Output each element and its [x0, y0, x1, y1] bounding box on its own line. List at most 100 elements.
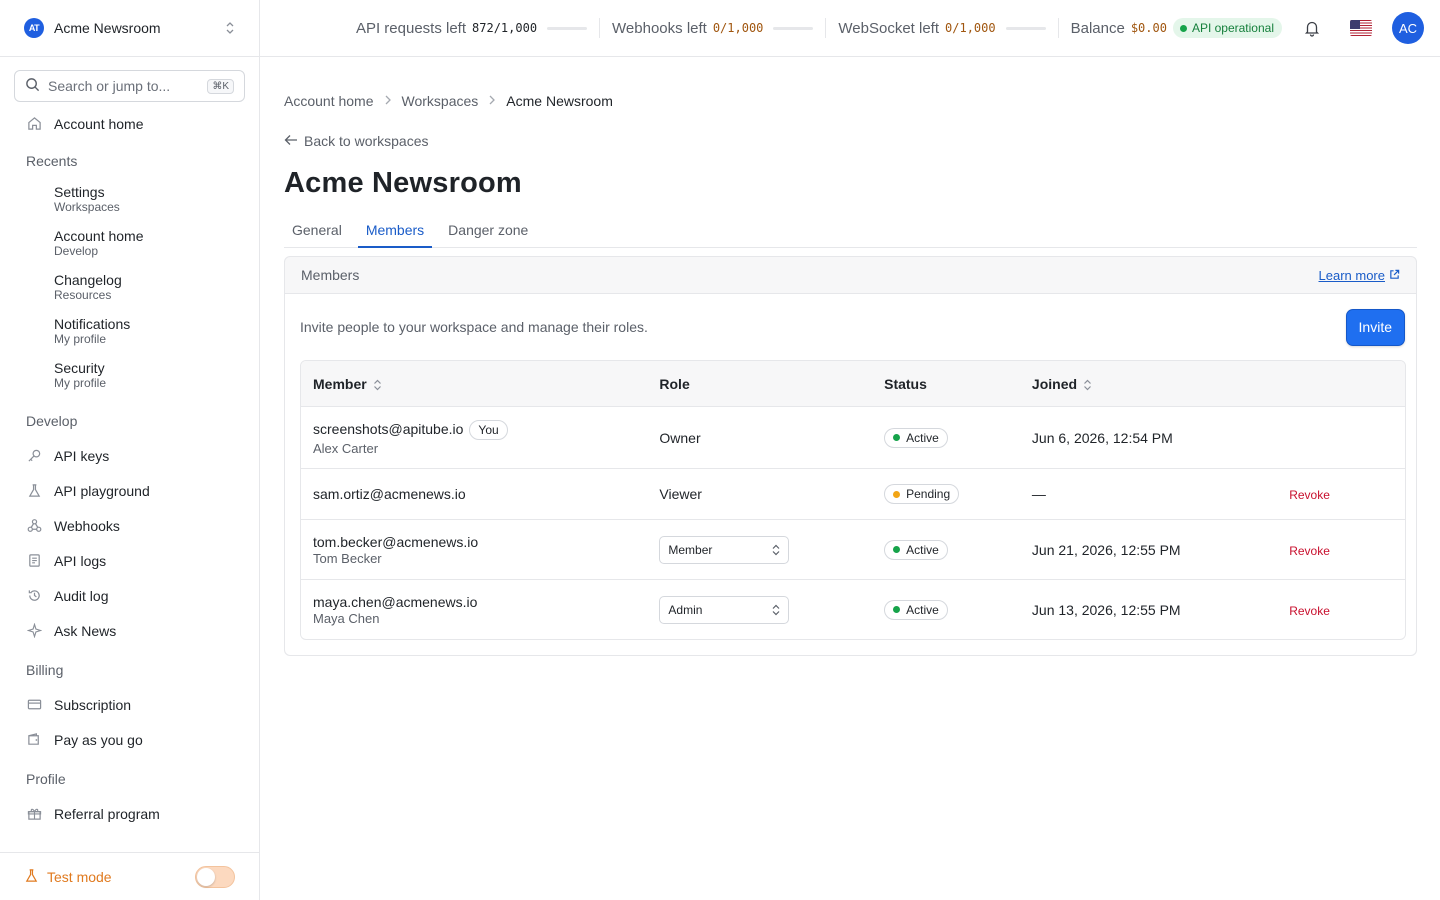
column-header-actions — [1277, 361, 1405, 407]
breadcrumb-workspaces[interactable]: Workspaces — [402, 93, 479, 109]
status-dot — [1179, 24, 1187, 32]
role-select[interactable]: Admin — [659, 595, 790, 624]
chevron-updown-icon — [225, 21, 235, 35]
sidebar-item-api-playground[interactable]: API playground — [0, 473, 259, 508]
column-header-member[interactable]: Member — [301, 361, 648, 407]
member-email: tom.becker@acmenews.io — [313, 533, 479, 550]
top-bar: API requests left 872/1,000 Webhooks lef… — [260, 0, 1440, 57]
sidebar-item-api-logs[interactable]: API logs — [0, 543, 259, 578]
tab-general[interactable]: General — [284, 214, 350, 248]
recent-item[interactable]: Notifications My profile — [0, 309, 259, 353]
search-placeholder: Search or jump to... — [48, 78, 171, 94]
search-input[interactable]: Search or jump to... ⌘K — [14, 70, 245, 102]
column-header-joined[interactable]: Joined — [1019, 361, 1278, 407]
joined-cell: Jun 6, 2026, 12:54 PM — [1019, 407, 1278, 469]
recent-item[interactable]: Changelog Resources — [0, 265, 259, 309]
webhooks-quota: Webhooks left 0/1,000 — [600, 20, 825, 37]
revoke-button[interactable]: Revoke — [1289, 604, 1330, 618]
member-cell: maya.chen@acmenews.io Maya Chen — [301, 580, 647, 639]
sidebar-item-webhooks[interactable]: Webhooks — [0, 508, 259, 543]
quota-bar — [1005, 26, 1046, 30]
members-table: Member Role Status Joined screenshots@ap… — [300, 360, 1406, 640]
sidebar-item-label: API playground — [54, 482, 150, 499]
test-mode-toggle[interactable] — [195, 865, 235, 888]
balance-label: Balance — [1070, 19, 1125, 37]
role-cell: Viewer — [647, 469, 873, 520]
status-text: Pending — [906, 487, 951, 501]
gift-icon — [26, 806, 42, 822]
us-flag-icon[interactable] — [1350, 20, 1372, 36]
sidebar-item-label: Account home — [54, 115, 144, 132]
breadcrumb-current: Acme Newsroom — [506, 93, 613, 109]
learn-more-link[interactable]: Learn more — [1319, 268, 1400, 283]
table-row: screenshots@apitube.io You Alex Carter Ow… — [301, 407, 1405, 469]
quota-value: 872/1,000 — [472, 21, 538, 35]
recent-item[interactable]: Account home Develop — [0, 221, 259, 265]
member-name: Alex Carter — [313, 440, 379, 456]
recent-title: Changelog — [54, 271, 122, 288]
recent-title: Notifications — [54, 315, 131, 332]
section-develop: Develop — [26, 413, 78, 429]
status-cell: Pending — [872, 469, 1020, 520]
sidebar: AT Acme Newsroom Search or jump to... ⌘K… — [0, 0, 260, 900]
table-header-row: Member Role Status Joined — [301, 361, 1405, 407]
role-cell: Owner — [647, 407, 873, 469]
recent-subtitle: My profile — [54, 331, 107, 346]
action-cell: Revoke — [1277, 469, 1405, 520]
status-text: Active — [906, 430, 939, 445]
action-cell — [1277, 407, 1405, 469]
back-to-workspaces-link[interactable]: Back to workspaces — [284, 133, 1417, 149]
bell-icon[interactable] — [1302, 18, 1322, 38]
recent-item[interactable]: Settings Workspaces — [0, 177, 259, 221]
revoke-button[interactable]: Revoke — [1289, 488, 1330, 502]
credit-card-icon — [26, 697, 42, 713]
status-cell: Active — [872, 407, 1020, 469]
breadcrumb: Account home Workspaces Acme Newsroom — [284, 93, 1417, 109]
action-cell: Revoke — [1277, 580, 1405, 639]
invite-button[interactable]: Invite — [1345, 308, 1405, 346]
sidebar-item-api-keys[interactable]: API keys — [0, 438, 259, 473]
member-cell: screenshots@apitube.io You Alex Carter — [301, 407, 648, 469]
recent-title: Security — [54, 359, 105, 376]
role-cell: Admin — [647, 580, 872, 639]
recent-subtitle: Develop — [54, 243, 99, 258]
sidebar-item-audit-log[interactable]: Audit log — [0, 578, 259, 613]
chevron-right-icon — [384, 94, 392, 108]
wallet-icon — [26, 732, 42, 748]
tab-bar: General Members Danger zone — [284, 214, 1417, 248]
breadcrumb-account-home[interactable]: Account home — [284, 93, 374, 109]
sidebar-item-subscription[interactable]: Subscription — [0, 687, 259, 722]
sidebar-item-account-home[interactable]: Account home — [0, 106, 259, 141]
avatar[interactable]: AC — [1392, 12, 1424, 44]
status-text: Active — [906, 542, 939, 557]
status-dot — [893, 546, 901, 553]
workspace-logo: AT — [24, 18, 44, 38]
api-status-badge[interactable]: API operational — [1172, 18, 1282, 38]
workspace-switcher[interactable]: AT Acme Newsroom — [0, 0, 259, 57]
sidebar-item-label: Webhooks — [54, 517, 120, 534]
quota-bar — [773, 26, 814, 30]
status-badge: Active — [884, 539, 948, 560]
section-billing: Billing — [26, 662, 64, 678]
sidebar-item-label: API keys — [54, 447, 110, 464]
logs-icon — [26, 553, 42, 569]
api-requests-quota: API requests left 872/1,000 — [344, 20, 599, 37]
sidebar-item-label: API logs — [54, 552, 107, 569]
joined-cell: Jun 21, 2026, 12:55 PM — [1019, 520, 1278, 580]
flask-icon — [26, 483, 42, 499]
card-title: Members — [301, 267, 360, 283]
status-cell: Active — [872, 580, 1020, 639]
card-body: Invite people to your workspace and mana… — [285, 293, 1416, 655]
tab-members[interactable]: Members — [357, 214, 433, 248]
sidebar-item-pay-as-you-go[interactable]: Pay as you go — [0, 722, 259, 757]
sidebar-item-ask-news[interactable]: Ask News — [0, 613, 259, 648]
you-badge: You — [469, 419, 508, 440]
tab-danger-zone[interactable]: Danger zone — [440, 214, 536, 248]
back-link-label: Back to workspaces — [304, 133, 429, 149]
status-text: Active — [906, 602, 939, 617]
sidebar-item-referral-program[interactable]: Referral program — [0, 796, 259, 831]
revoke-button[interactable]: Revoke — [1289, 544, 1330, 558]
page-title: Acme Newsroom — [284, 167, 522, 199]
recent-item[interactable]: Security My profile — [0, 353, 259, 397]
role-select[interactable]: Member — [659, 535, 790, 564]
